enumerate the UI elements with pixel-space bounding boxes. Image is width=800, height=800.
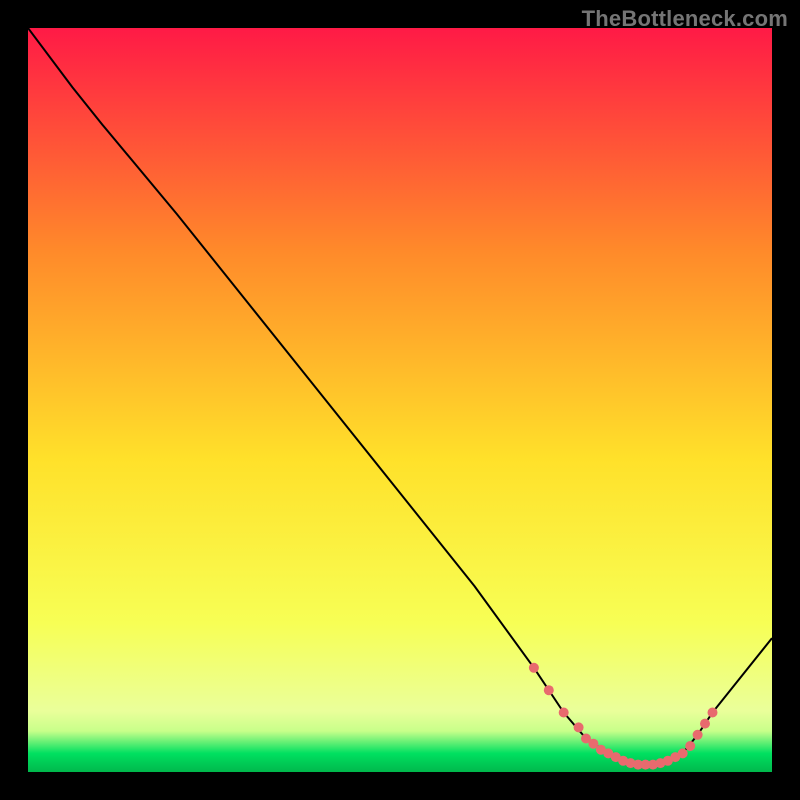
marker-dot	[574, 722, 584, 732]
chart-stage: TheBottleneck.com	[0, 0, 800, 800]
watermark-text: TheBottleneck.com	[582, 6, 788, 32]
marker-dot	[529, 663, 539, 673]
marker-dot	[708, 708, 718, 718]
plot-area	[28, 28, 772, 772]
marker-dot	[700, 719, 710, 729]
chart-svg	[28, 28, 772, 772]
marker-dot	[678, 748, 688, 758]
marker-dot	[544, 685, 554, 695]
marker-dot	[685, 741, 695, 751]
marker-dot	[693, 730, 703, 740]
gradient-background	[28, 28, 772, 772]
marker-dot	[559, 708, 569, 718]
